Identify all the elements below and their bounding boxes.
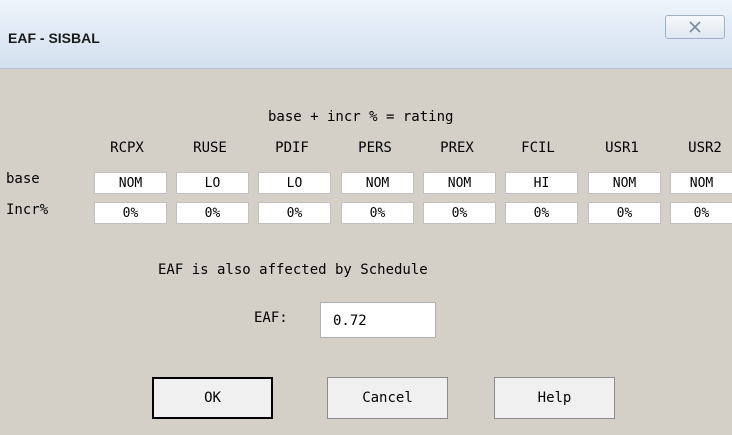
column-header-ruse: RUSE (193, 140, 227, 156)
column-header-usr1: USR1 (605, 140, 639, 156)
eaf-label: EAF: (254, 310, 288, 326)
base-pers-field[interactable]: NOM (341, 172, 414, 194)
row-label-base: base (6, 171, 40, 187)
dialog-content: base + incr % = rating RCPX RUSE PDIF PE… (0, 69, 732, 435)
ok-button[interactable]: OK (152, 377, 273, 419)
base-usr1-field[interactable]: NOM (588, 172, 661, 194)
column-header-pdif: PDIF (275, 140, 309, 156)
incr-fcil-field[interactable]: 0% (505, 202, 578, 224)
base-rcpx-field[interactable]: NOM (94, 172, 167, 194)
row-label-incr: Incr% (6, 202, 49, 218)
base-ruse-field[interactable]: LO (176, 172, 249, 194)
dialog-window: EAF - SISBAL base + incr % = rating RCPX… (0, 0, 732, 435)
title-bar: EAF - SISBAL (0, 0, 732, 69)
close-button[interactable] (665, 15, 725, 39)
column-header-pers: PERS (358, 140, 392, 156)
incr-prex-field[interactable]: 0% (423, 202, 496, 224)
eaf-value-field: 0.72 (320, 302, 436, 338)
incr-pdif-field[interactable]: 0% (258, 202, 331, 224)
incr-rcpx-field[interactable]: 0% (94, 202, 167, 224)
incr-usr2-field[interactable]: 0% (670, 202, 732, 224)
column-header-usr2: USR2 (688, 140, 722, 156)
window-title: EAF - SISBAL (8, 30, 100, 46)
help-button[interactable]: Help (494, 377, 615, 419)
incr-usr1-field[interactable]: 0% (588, 202, 661, 224)
base-prex-field[interactable]: NOM (423, 172, 496, 194)
base-pdif-field[interactable]: LO (258, 172, 331, 194)
base-fcil-field[interactable]: HI (505, 172, 578, 194)
formula-label: base + incr % = rating (268, 109, 454, 125)
schedule-note: EAF is also affected by Schedule (158, 262, 428, 278)
incr-ruse-field[interactable]: 0% (176, 202, 249, 224)
cancel-button[interactable]: Cancel (327, 377, 448, 419)
base-usr2-field[interactable]: NOM (670, 172, 732, 194)
incr-pers-field[interactable]: 0% (341, 202, 414, 224)
column-header-fcil: FCIL (521, 140, 555, 156)
column-header-prex: PREX (440, 140, 474, 156)
close-icon (689, 21, 701, 33)
column-header-rcpx: RCPX (110, 140, 144, 156)
